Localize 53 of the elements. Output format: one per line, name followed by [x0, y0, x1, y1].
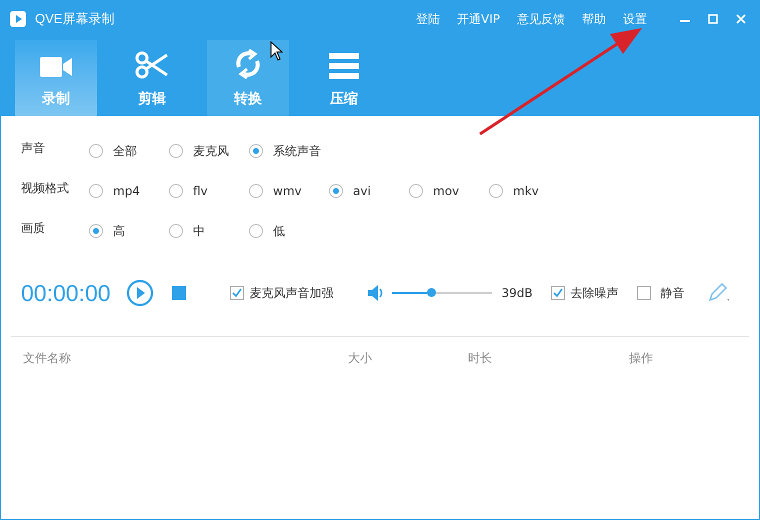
radio-button[interactable]: [169, 184, 183, 198]
checkbox[interactable]: [230, 286, 244, 300]
column-header: 时长: [468, 350, 493, 367]
window-title: QVE屏幕录制: [35, 10, 114, 28]
radio-option[interactable]: 全部: [89, 142, 169, 160]
radio-option[interactable]: 高: [89, 222, 169, 240]
radio-option[interactable]: mkv: [489, 182, 569, 200]
radio-button[interactable]: [89, 184, 103, 198]
stacked-bars-icon: [329, 53, 359, 79]
column-header: 操作: [629, 350, 653, 367]
close-icon[interactable]: [736, 14, 746, 24]
column-header: 大小: [348, 350, 373, 367]
play-button[interactable]: [126, 279, 154, 307]
refresh-arrows-icon: [234, 49, 262, 79]
radio-button[interactable]: [409, 184, 423, 198]
radio-button[interactable]: [249, 224, 263, 238]
radio-option[interactable]: mp4: [89, 182, 169, 200]
mic-boost-checkbox[interactable]: 麦克风声音加强: [230, 284, 334, 302]
pencil-icon[interactable]: [706, 283, 729, 303]
checkbox[interactable]: [550, 286, 565, 300]
volume-slider-thumb[interactable]: [426, 288, 436, 297]
checkbox[interactable]: [636, 286, 651, 300]
setting-label: 声音: [20, 140, 46, 157]
setting-label: 视频格式: [20, 180, 70, 197]
radio-button[interactable]: [489, 184, 503, 198]
radio-button[interactable]: [249, 144, 263, 158]
radio-button[interactable]: [249, 184, 263, 198]
column-header: 文件名称: [22, 350, 72, 367]
radio-button[interactable]: [89, 144, 103, 158]
mouse-cursor-icon: [270, 41, 283, 61]
radio-button[interactable]: [329, 184, 343, 198]
radio-option[interactable]: avi: [329, 182, 409, 200]
volume-reading: 39dB: [502, 285, 533, 302]
radio-option[interactable]: 中: [169, 222, 249, 240]
mute-checkbox[interactable]: 静音: [636, 284, 685, 302]
radio-option[interactable]: 麦克风: [169, 142, 249, 160]
setting-label: 画质: [20, 220, 46, 237]
scissors-icon: [135, 51, 169, 79]
radio-option[interactable]: flv: [169, 182, 249, 200]
radio-option[interactable]: mov: [409, 182, 489, 200]
play-logo-icon: [9, 10, 27, 28]
maximize-icon[interactable]: [708, 14, 718, 24]
radio-option[interactable]: 低: [249, 222, 329, 240]
radio-button[interactable]: [169, 224, 183, 238]
timer: 00:00:00: [21, 278, 111, 308]
speaker-icon: [368, 284, 384, 302]
stop-button[interactable]: [172, 286, 186, 300]
radio-button[interactable]: [89, 224, 103, 238]
radio-option[interactable]: 系统声音: [249, 142, 329, 160]
denoise-checkbox[interactable]: 去除噪声: [550, 284, 619, 302]
radio-option[interactable]: wmv: [249, 182, 329, 200]
video-camera-icon: [39, 55, 73, 79]
radio-button[interactable]: [169, 144, 183, 158]
